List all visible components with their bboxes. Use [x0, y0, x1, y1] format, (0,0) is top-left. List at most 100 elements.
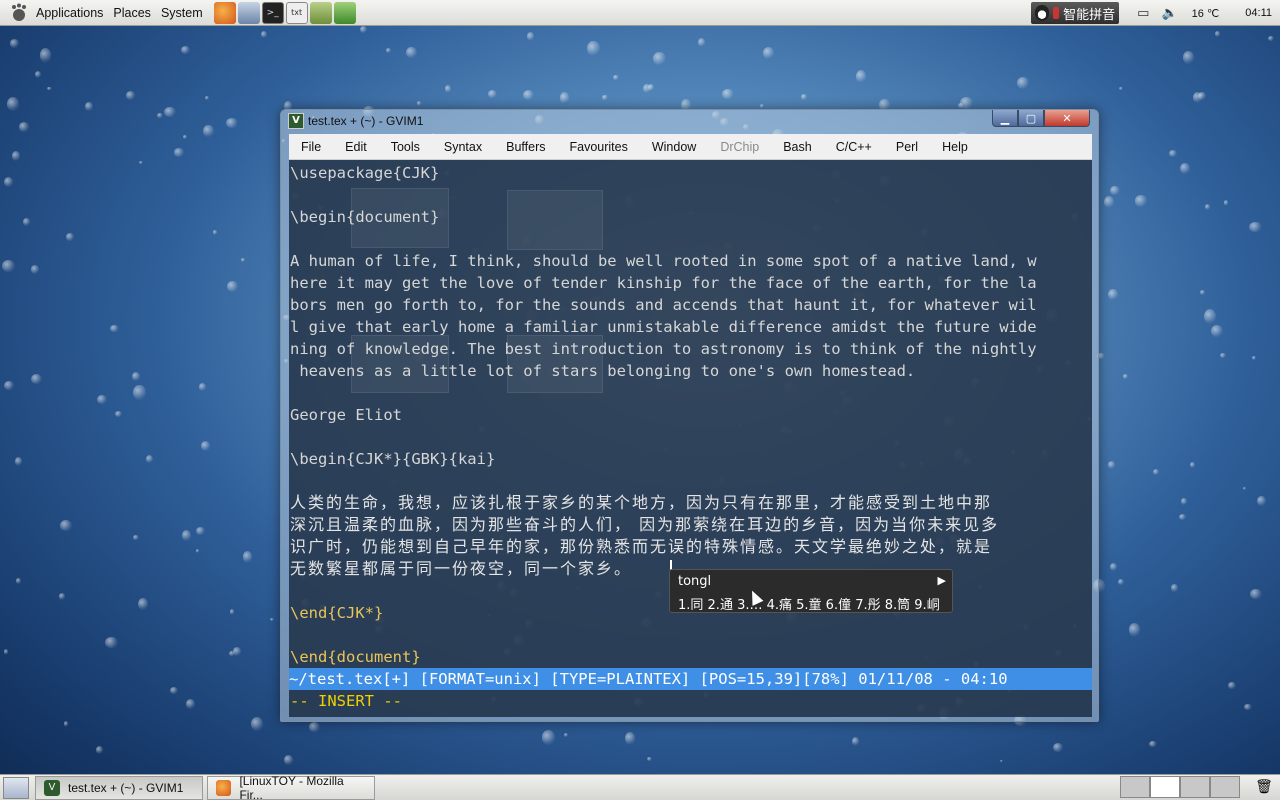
raindrop — [1211, 324, 1223, 337]
raindrop — [1223, 200, 1229, 207]
display-icon[interactable]: ▭ — [1137, 6, 1149, 21]
places-menu[interactable]: Places — [113, 6, 161, 20]
raindrop — [648, 84, 655, 91]
raindrop — [229, 650, 235, 657]
raindrop — [1199, 289, 1206, 296]
raindrop — [855, 70, 866, 83]
menu-syntax[interactable]: Syntax — [444, 140, 482, 154]
raindrop — [3, 648, 9, 655]
raindrop — [30, 265, 40, 274]
raindrop — [560, 92, 570, 104]
gnome-foot-icon[interactable] — [6, 2, 32, 24]
menu-edit[interactable]: Edit — [345, 140, 367, 154]
raindrop — [624, 732, 636, 745]
taskbar-item-firefox[interactable]: [LinuxTOY - Mozilla Fir... — [207, 774, 375, 800]
ime-label: 智能拼音 — [1063, 7, 1116, 23]
menu-help[interactable]: Help — [942, 140, 968, 154]
raindrop — [205, 96, 209, 101]
clock[interactable]: 04:11 — [1245, 7, 1272, 19]
raindrop — [1219, 353, 1226, 359]
text-editor-area[interactable]: \usepackage{CJK} \begin{document} A huma… — [289, 160, 1092, 717]
raindrop — [66, 232, 75, 242]
candidate-list[interactable]: 1.同 2.通 3.… 4.痛 5.童 6.僮 7.彤 8.筒 9.峒 — [678, 594, 940, 613]
menu-perl[interactable]: Perl — [896, 140, 918, 154]
raindrop — [133, 534, 140, 541]
raindrop — [1000, 759, 1004, 763]
text-editor-icon[interactable]: txt — [285, 1, 308, 24]
raindrop — [241, 258, 246, 262]
raindrop — [232, 647, 242, 656]
workspace-1[interactable] — [1120, 776, 1150, 798]
applications-menu[interactable]: Applications — [36, 6, 113, 20]
show-desktop-button[interactable] — [3, 776, 29, 799]
task-label: test.tex + (~) - GVIM1 — [68, 780, 184, 795]
raindrop — [1249, 221, 1263, 233]
raindrop — [146, 454, 154, 463]
cjk-line: 人类的生命，我想，应该扎根于家乡的某个地方，因为只有在那里，才能感受到土地中那 — [290, 493, 993, 512]
code-line: \usepackage{CJK} — [290, 164, 440, 182]
menu-file[interactable]: File — [301, 140, 321, 154]
text-line: l give that early home a familiar unmist… — [290, 318, 1037, 336]
raindrop — [1181, 497, 1188, 505]
text-line: George Eliot — [290, 406, 402, 424]
raindrop — [95, 745, 104, 754]
raindrop — [31, 373, 43, 385]
workspace-4[interactable] — [1210, 776, 1240, 798]
minimize-button[interactable]: ▁ — [992, 110, 1018, 127]
menu-favourites[interactable]: Favourites — [569, 140, 627, 154]
menu-cpp[interactable]: C/C++ — [836, 140, 872, 154]
trash-icon[interactable]: 🗑 — [1254, 777, 1274, 797]
raindrop — [59, 593, 65, 600]
code-line: \begin{CJK*}{GBK}{kai} — [290, 450, 496, 468]
raindrop — [1117, 578, 1125, 585]
raindrop — [416, 101, 421, 106]
raindrop — [1228, 681, 1236, 690]
raindrop — [1180, 162, 1191, 175]
raindrop — [444, 84, 452, 94]
raindrop — [697, 38, 706, 48]
system-menu[interactable]: System — [161, 6, 213, 20]
raindrop — [1110, 562, 1118, 571]
menu-buffers[interactable]: Buffers — [506, 140, 545, 154]
menu-window[interactable]: Window — [652, 140, 696, 154]
text-line: here it may get the love of tender kinsh… — [290, 274, 1037, 292]
text-line: ning of knowledge. The best introduction… — [290, 340, 1037, 358]
volume-icon[interactable]: 🔈 — [1161, 6, 1177, 21]
window-titlebar[interactable]: V test.tex + (~) - GVIM1 ▁ ▢ ✕ — [281, 110, 1098, 132]
raindrop — [762, 46, 775, 60]
menu-drchip[interactable]: DrChip — [720, 140, 759, 154]
raindrop — [602, 94, 608, 101]
raindrop — [1183, 50, 1194, 64]
raindrop — [406, 47, 417, 59]
raindrop — [109, 324, 119, 333]
raindrop — [526, 32, 535, 42]
ebook-icon[interactable] — [309, 1, 332, 24]
status-line: ~/test.tex[+] [FORMAT=unix] [TYPE=PLAINT… — [289, 668, 1092, 690]
text-line: heavens as a little lot of stars belongi… — [290, 362, 916, 380]
weather-temperature[interactable]: 16 ℃ — [1192, 7, 1220, 20]
maximize-button[interactable]: ▢ — [1018, 110, 1044, 127]
raindrop — [1268, 36, 1275, 42]
terminal-icon[interactable]: >_ — [261, 1, 284, 24]
taskbar-item-gvim[interactable]: V test.tex + (~) - GVIM1 — [35, 775, 203, 800]
raindrop — [1149, 740, 1158, 748]
menu-tools[interactable]: Tools — [391, 140, 420, 154]
raindrop — [195, 526, 206, 536]
raindrop — [386, 47, 391, 54]
raindrop — [2, 259, 15, 272]
raindrop — [225, 118, 239, 129]
ime-indicator[interactable]: 智能拼音 — [1031, 2, 1120, 24]
ime-candidate-popup: tongl ▶ 1.同 2.通 3.… 4.痛 5.童 6.僮 7.彤 8.筒 … — [669, 569, 953, 613]
vim-menubar: File Edit Tools Syntax Buffers Favourite… — [289, 134, 1092, 160]
workspace-3[interactable] — [1180, 776, 1210, 798]
close-button[interactable]: ✕ — [1044, 110, 1090, 127]
raindrop — [1169, 150, 1177, 157]
workspace-2[interactable] — [1150, 776, 1180, 798]
menu-bash[interactable]: Bash — [783, 140, 812, 154]
network-icon[interactable] — [237, 1, 260, 24]
next-page-icon[interactable]: ▶ — [938, 574, 946, 587]
raindrop — [283, 754, 294, 765]
firefox-icon[interactable] — [213, 1, 236, 24]
dictionary-icon[interactable] — [333, 1, 356, 24]
raindrop — [198, 383, 207, 391]
